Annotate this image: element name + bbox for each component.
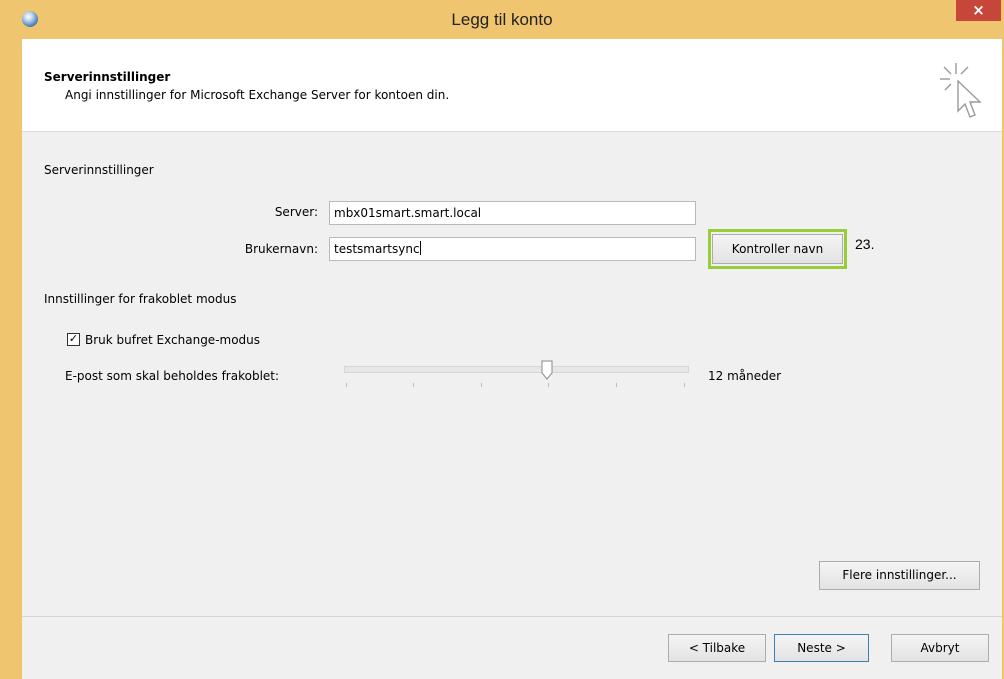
add-account-window: Legg til konto × Serverinnstillinger Ang… <box>0 0 1004 679</box>
username-input[interactable]: testsmartsync <box>329 237 696 261</box>
slider-tick <box>413 383 414 387</box>
offline-mail-slider[interactable] <box>344 366 689 373</box>
slider-value-label: 12 måneder <box>708 369 782 383</box>
header-subtitle: Angi innstillinger for Microsoft Exchang… <box>65 88 450 102</box>
slider-tick <box>481 383 482 387</box>
slider-tick <box>684 383 685 387</box>
slider-tick <box>616 383 617 387</box>
server-settings-label: Serverinnstillinger <box>44 163 154 177</box>
slider-tick <box>346 383 347 387</box>
slider-tick <box>548 383 549 387</box>
cancel-button[interactable]: Avbryt <box>891 634 989 662</box>
server-label: Server: <box>274 205 318 219</box>
more-settings-button[interactable]: Flere innstillinger... <box>819 561 980 590</box>
title-bar[interactable]: Legg til konto × <box>0 0 1004 39</box>
username-value: testsmartsync <box>334 242 420 256</box>
server-input[interactable]: mbx01smart.smart.local <box>329 201 696 225</box>
window-title: Legg til konto <box>451 10 553 29</box>
slider-thumb[interactable] <box>541 360 553 380</box>
offline-settings-label: Innstillinger for frakoblet modus <box>44 292 237 306</box>
text-caret <box>419 241 421 255</box>
mail-to-keep-label: E-post som skal beholdes frakoblet: <box>65 369 280 383</box>
cached-mode-label[interactable]: Bruk bufret Exchange-modus <box>85 333 260 347</box>
footer-separator <box>22 616 1002 617</box>
username-label: Brukernavn: <box>244 242 318 256</box>
header-panel: Serverinnstillinger Angi innstillinger f… <box>22 39 1002 132</box>
close-button[interactable]: × <box>956 0 1001 21</box>
back-button[interactable]: < Tilbake <box>668 634 766 662</box>
header-title: Serverinnstillinger <box>44 70 171 84</box>
cached-mode-checkbox[interactable]: ✓ <box>67 333 80 346</box>
check-name-button[interactable]: Kontroller navn <box>712 234 843 264</box>
dialog-body: Serverinnstillinger Angi innstillinger f… <box>22 39 1002 679</box>
cursor-sparkle-icon <box>940 63 982 118</box>
next-button[interactable]: Neste > <box>774 634 869 662</box>
step-annotation: 23. <box>855 236 875 252</box>
